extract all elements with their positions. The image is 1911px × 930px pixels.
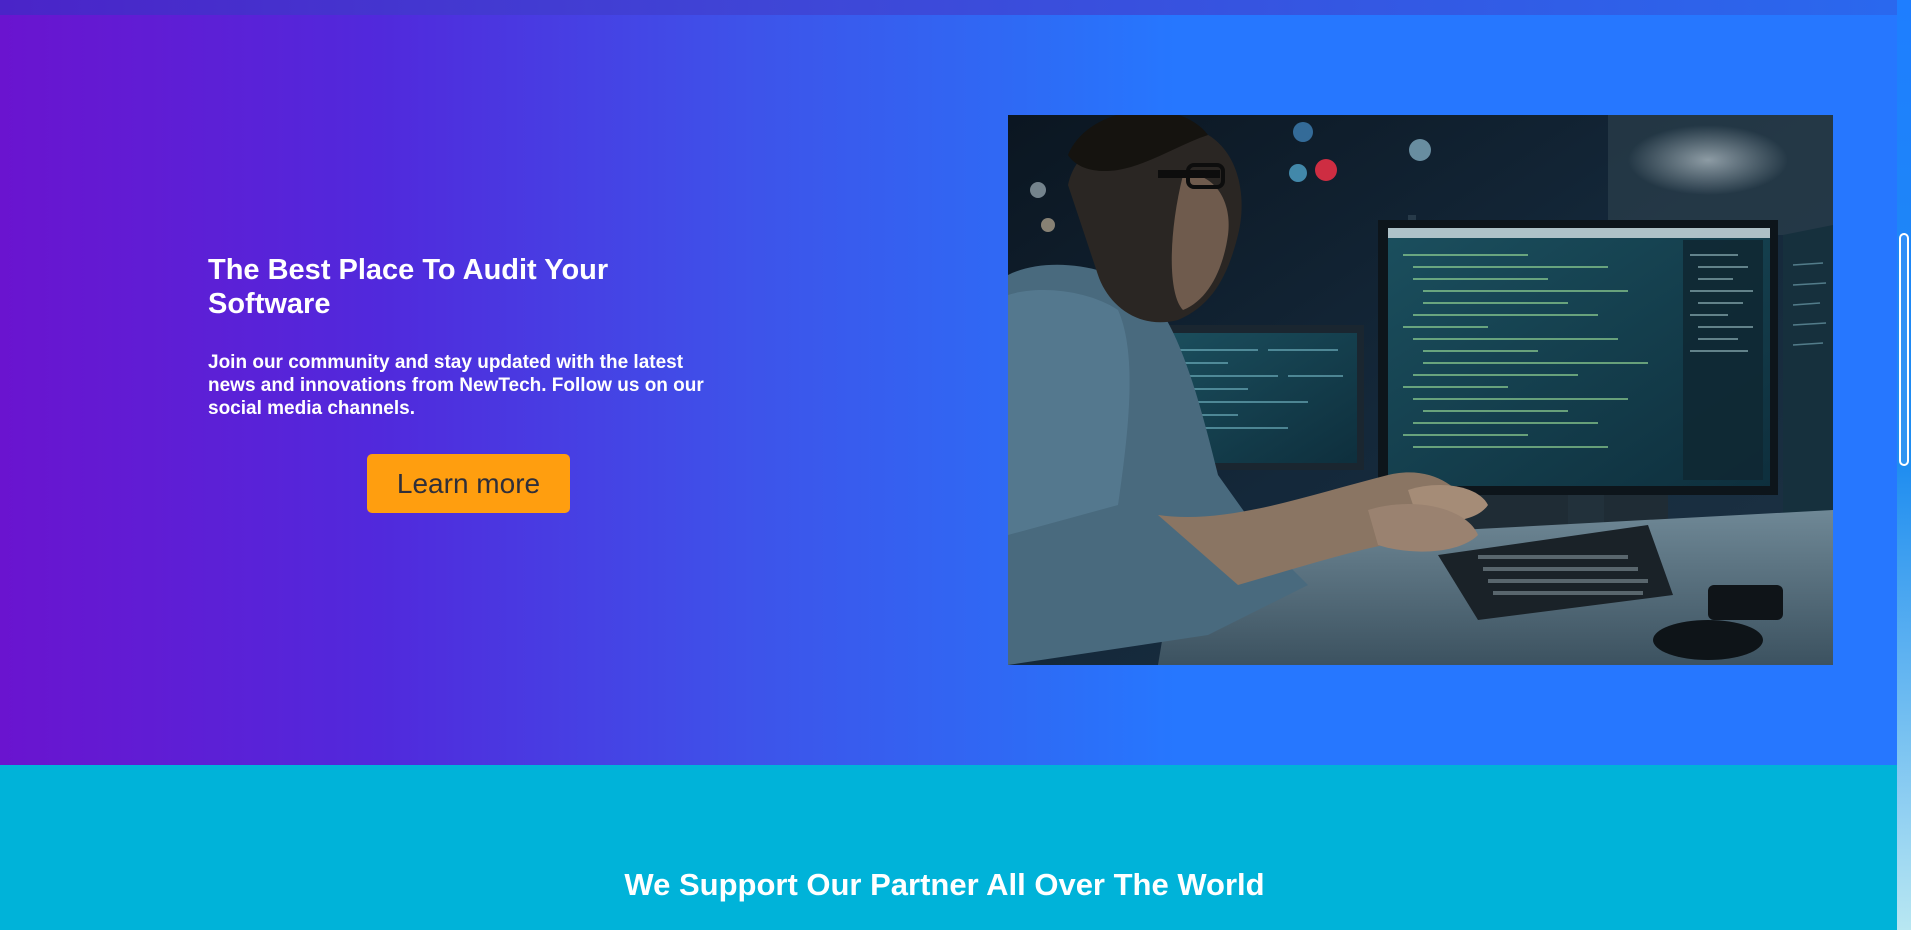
learn-more-button[interactable]: Learn more	[367, 454, 570, 513]
partners-title: We Support Our Partner All Over The Worl…	[624, 867, 1265, 902]
partners-section: We Support Our Partner All Over The Worl…	[0, 765, 1897, 930]
scrollbar-thumb[interactable]	[1899, 233, 1909, 466]
hero-description: Join our community and stay updated with…	[208, 352, 704, 419]
hero-photo-illustration	[1008, 115, 1833, 665]
top-strip	[0, 0, 1897, 15]
hero-title: The Best Place To Audit Your Software	[208, 254, 609, 320]
hero-image	[1008, 115, 1833, 665]
page-scrollbar[interactable]	[1897, 0, 1911, 930]
page: The Best Place To Audit Your Software Jo…	[0, 0, 1911, 930]
hero-text-block: The Best Place To Audit Your Software Jo…	[208, 253, 728, 420]
